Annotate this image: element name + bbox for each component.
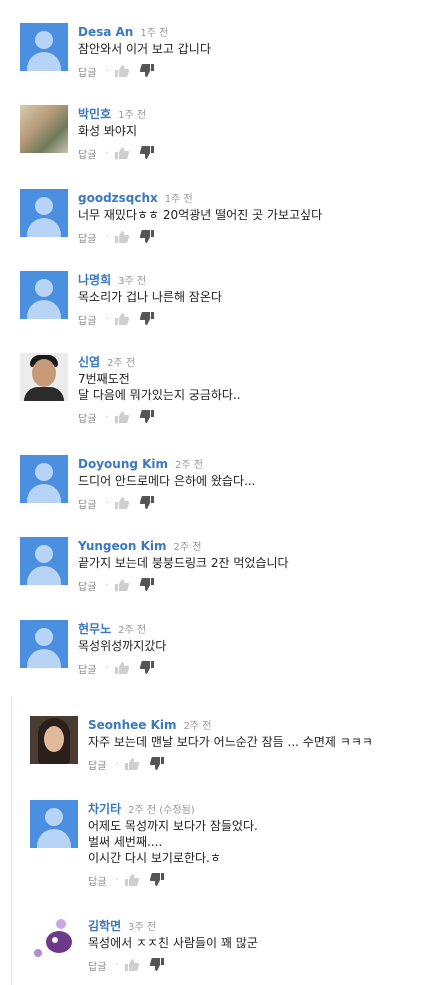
separator: · [115,959,119,971]
separator: · [105,579,109,591]
comment-author[interactable]: goodzsqchx [78,191,158,205]
comment-author[interactable]: 신엽 [78,355,100,369]
thumbs-up-icon[interactable] [114,312,131,326]
comment-text: 드디어 안드로메다 은하에 왔습다... [78,474,256,488]
thumbs-up-icon[interactable] [124,958,141,972]
reply-button[interactable]: 답글 [88,873,106,888]
separator: · [115,874,119,886]
comment-text: 목성에서 ㅈㅈ친 사람들이 꽤 많군 [88,936,258,950]
comment-time[interactable]: 3주 전 [128,922,156,933]
reply-button[interactable]: 답글 [78,410,96,425]
separator: · [115,758,119,770]
comment-time[interactable]: 2주 전 [175,460,203,471]
reply-thread-line [11,697,12,985]
reply-button[interactable]: 답글 [88,757,106,772]
avatar[interactable] [20,537,68,585]
thumbs-down-icon[interactable] [139,496,156,510]
comment-text: 목성위성까지갔다 [78,639,167,653]
comment-time[interactable]: 1주 전 [140,28,168,39]
reply-button[interactable]: 답글 [78,496,96,511]
reply-button[interactable]: 답글 [78,64,96,79]
separator: · [105,313,109,325]
thumbs-down-icon[interactable] [139,578,156,592]
comment-text: 너무 재밌다ㅎㅎ 20억광년 떨어진 곳 가보고싶다 [78,208,323,222]
comment-time[interactable]: 1주 전 [165,194,193,205]
thumbs-down-icon[interactable] [139,410,156,424]
comment-time[interactable]: 2주 전 [118,625,146,636]
comment-author[interactable]: 박민호 [78,107,111,121]
separator: · [105,662,109,674]
comment-text: 목소리가 겁나 나른해 잠온다 [78,290,222,304]
separator: · [105,65,109,77]
comment-time[interactable]: 1주 전 [118,110,146,121]
reply-button[interactable]: 답글 [88,958,106,973]
comment-author[interactable]: Desa An [78,25,133,39]
comment-text: 7번째도전 달 다음에 뭐가있는지 궁금하다.. [78,372,241,402]
reply-button[interactable]: 답글 [78,578,96,593]
thumbs-down-icon[interactable] [139,64,156,78]
avatar[interactable] [30,716,78,764]
avatar[interactable] [20,620,68,668]
comment-time[interactable]: 2주 전 [183,721,211,732]
comment-time[interactable]: 2주 전 (수정됨) [128,805,195,816]
thumbs-up-icon[interactable] [124,873,141,887]
comment-author[interactable]: Doyoung Kim [78,457,168,471]
reply-button[interactable]: 답글 [78,146,96,161]
reply-button[interactable]: 답글 [78,230,96,245]
comment-time[interactable]: 2주 전 [174,542,202,553]
avatar[interactable] [20,189,68,237]
comment-time[interactable]: 3주 전 [118,276,146,287]
separator: · [105,497,109,509]
avatar[interactable] [20,353,68,401]
comment-author[interactable]: 나명희 [78,273,111,287]
thumbs-up-icon[interactable] [124,757,141,771]
comment-author[interactable]: 김학면 [88,919,121,933]
thumbs-down-icon[interactable] [149,958,166,972]
comment-text: 화성 봐야지 [78,124,138,138]
avatar[interactable] [30,917,78,965]
avatar[interactable] [30,800,78,848]
comment-text: 자주 보는데 맨날 보다가 어느순간 잠듬 ... 수면제 ㅋㅋㅋ [88,735,373,749]
thumbs-down-icon[interactable] [149,873,166,887]
avatar[interactable] [20,23,68,71]
thumbs-up-icon[interactable] [114,496,131,510]
separator: · [105,147,109,159]
comment-author[interactable]: 현무노 [78,622,111,636]
thumbs-up-icon[interactable] [114,64,131,78]
thumbs-up-icon[interactable] [114,230,131,244]
thumbs-up-icon[interactable] [114,578,131,592]
reply-button[interactable]: 답글 [78,312,96,327]
comment-thread: Desa An 1주 전 잠안와서 이거 보고 갑니다 답글 · 박민호 1주 전 화… [0,0,427,985]
thumbs-down-icon[interactable] [139,312,156,326]
comment-author[interactable]: 차기타 [88,802,121,816]
thumbs-up-icon[interactable] [114,146,131,160]
comment-author[interactable]: Yungeon Kim [78,539,167,553]
thumbs-up-icon[interactable] [114,410,131,424]
comment-text: 어제도 목성까지 보다가 잠들었다. 벌써 세번째.... 이시간 다시 보기로한다… [88,819,258,865]
thumbs-down-icon[interactable] [139,146,156,160]
thumbs-down-icon[interactable] [139,230,156,244]
thumbs-down-icon[interactable] [139,661,156,675]
avatar[interactable] [20,105,68,153]
avatar[interactable] [20,455,68,503]
comment-text: 잠안와서 이거 보고 갑니다 [78,42,211,56]
comment-time[interactable]: 2주 전 [107,358,135,369]
avatar[interactable] [20,271,68,319]
thumbs-down-icon[interactable] [149,757,166,771]
comment-author[interactable]: Seonhee Kim [88,718,176,732]
comment-text: 끝가지 보는데 붕붕드링크 2잔 먹었습니다 [78,556,289,570]
separator: · [105,231,109,243]
thumbs-up-icon[interactable] [114,661,131,675]
separator: · [105,411,109,423]
reply-button[interactable]: 답글 [78,661,96,676]
